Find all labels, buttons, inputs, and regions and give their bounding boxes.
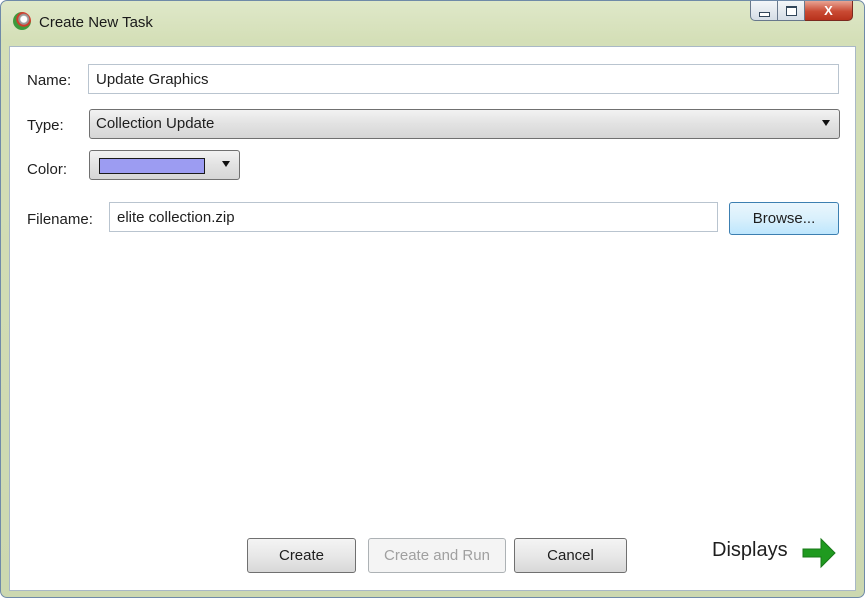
create-task-window: Create New Task X Name: Update Graphics …	[0, 0, 865, 598]
window-title: Create New Task	[39, 14, 153, 31]
filename-label: Filename:	[27, 211, 93, 228]
minimize-button[interactable]	[750, 1, 778, 21]
chevron-down-icon	[222, 161, 230, 167]
browse-button[interactable]: Browse...	[729, 202, 839, 235]
title-bar[interactable]: Create New Task X	[1, 1, 864, 45]
color-label: Color:	[27, 161, 68, 178]
close-icon: X	[824, 3, 833, 18]
chevron-down-icon	[822, 120, 830, 126]
maximize-icon	[785, 5, 797, 16]
type-dropdown[interactable]: Collection Update	[89, 109, 840, 139]
create-button[interactable]: Create	[247, 538, 356, 573]
type-label: Type:	[27, 117, 64, 134]
name-label: Name:	[27, 72, 72, 89]
filename-field[interactable]: elite collection.zip	[109, 202, 718, 232]
name-field[interactable]: Update Graphics	[88, 64, 839, 94]
minimize-icon	[758, 11, 770, 17]
maximize-button[interactable]	[778, 1, 805, 21]
dialog-client-area: Name: Update Graphics Type: Collection U…	[9, 46, 856, 591]
close-button[interactable]: X	[805, 1, 853, 21]
color-swatch	[99, 158, 205, 174]
displays-link[interactable]: Displays	[712, 539, 788, 562]
cancel-button[interactable]: Cancel	[514, 538, 627, 573]
color-picker-dropdown[interactable]	[89, 150, 240, 180]
type-selected-value: Collection Update	[96, 115, 215, 132]
right-arrow-icon[interactable]	[801, 536, 837, 570]
create-and-run-button[interactable]: Create and Run	[368, 538, 506, 573]
caption-buttons: X	[750, 1, 853, 23]
app-icon	[13, 12, 31, 30]
